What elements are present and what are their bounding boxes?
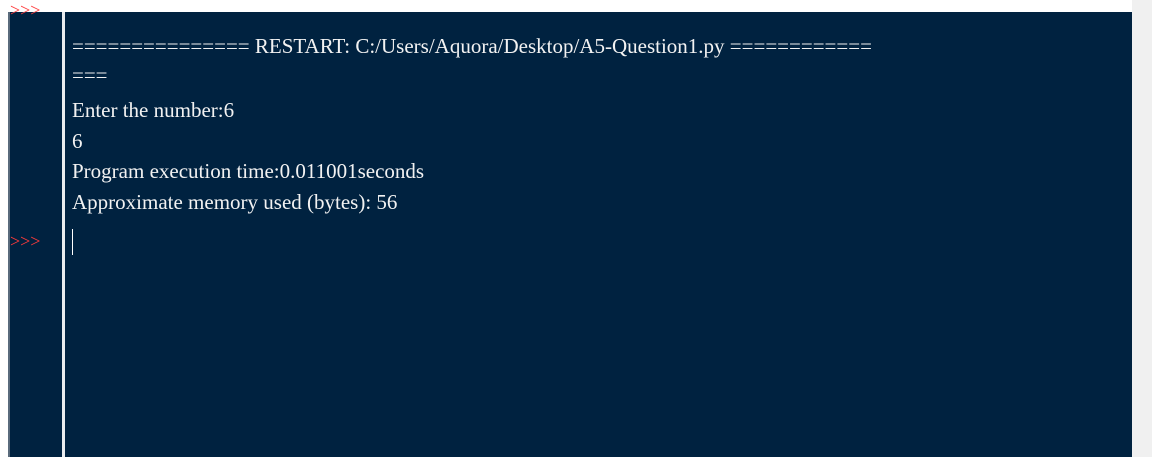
restart-banner-continuation: === [72,63,108,87]
restart-banner-line: =============== RESTART: C:/Users/Aquora… [72,34,872,58]
python-shell-window: >>> =============== RESTART: C:/Users/Aq… [0,0,1152,457]
output-value-line: 6 [72,129,83,153]
prompt-marker-top: >>> [10,0,41,20]
vertical-scrollbar[interactable] [1132,0,1152,457]
execution-time-line: Program execution time:0.011001seconds [72,159,425,183]
memory-usage-line: Approximate memory used (bytes): 56 [72,190,398,214]
prompt-marker-current: >>> [10,231,41,251]
shell-output-area[interactable] [65,12,1132,457]
text-cursor [72,229,73,255]
input-prompt-line: Enter the number:6 [72,98,235,122]
